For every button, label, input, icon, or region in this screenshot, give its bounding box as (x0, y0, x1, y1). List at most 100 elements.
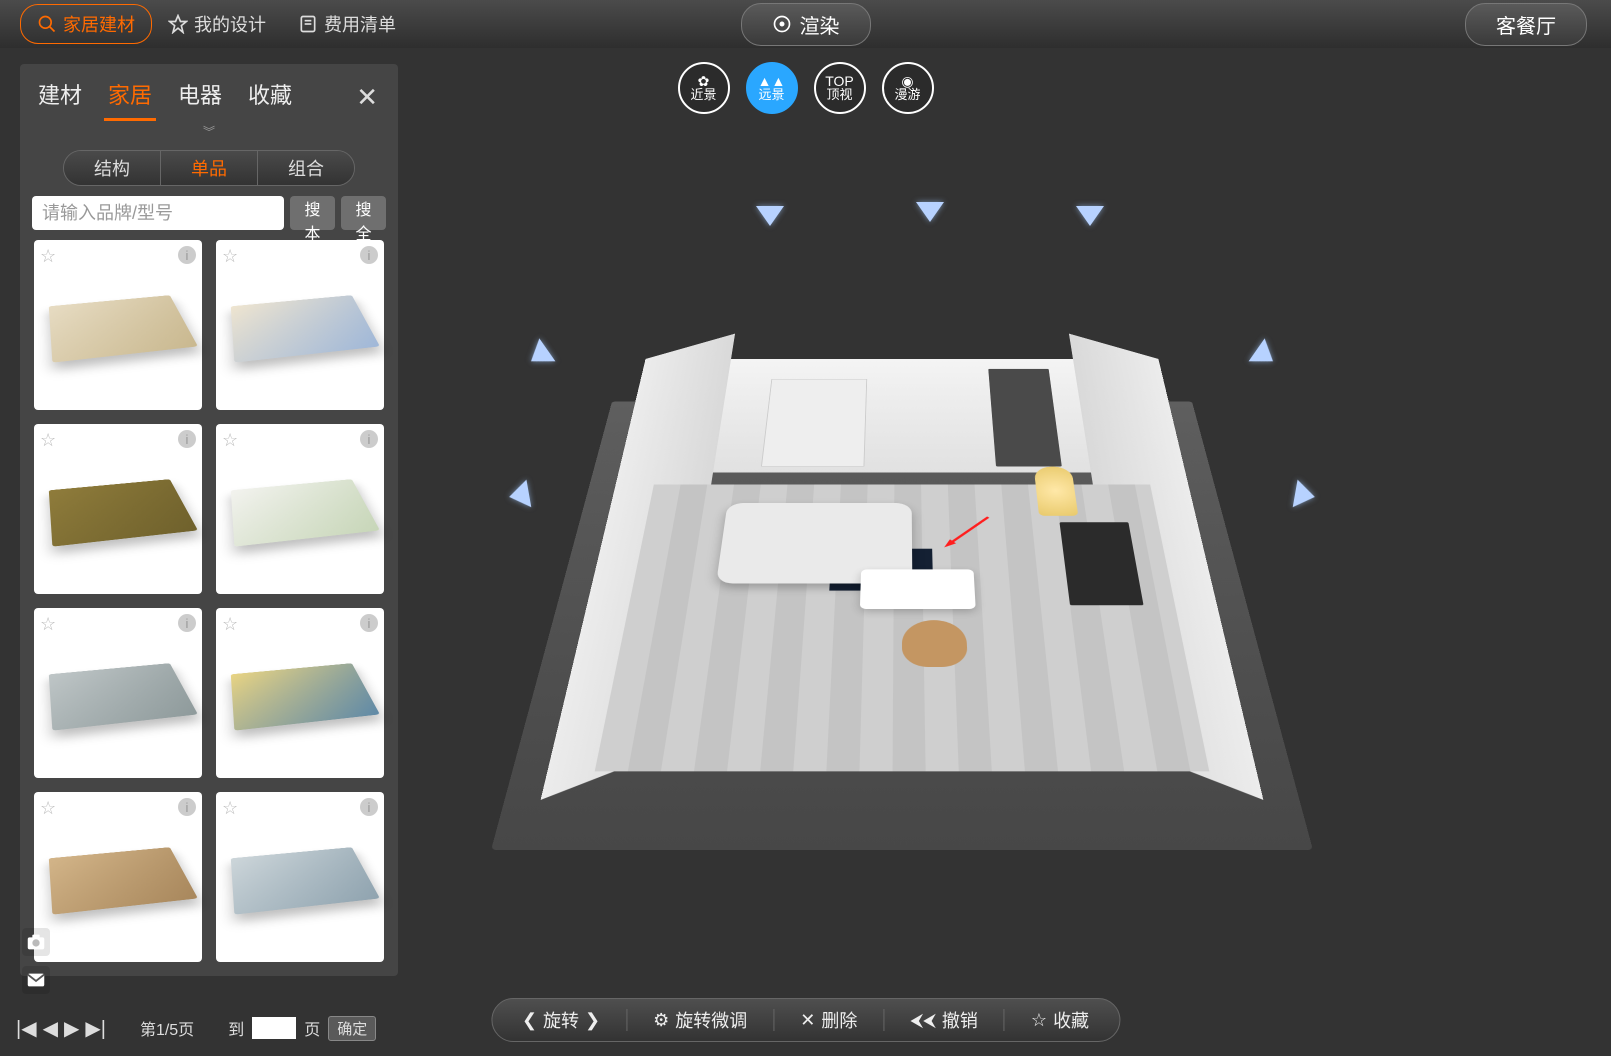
tab-cost-list[interactable]: 费用清单 (282, 4, 412, 44)
divider (626, 1009, 627, 1031)
search-input[interactable] (32, 196, 284, 230)
camera-arrow-icon[interactable] (912, 198, 948, 224)
info-icon[interactable]: i (178, 430, 196, 448)
top-center: 渲染 (741, 3, 871, 46)
view-toolbar: ✿ 近景 ▲▲ 远景 TOP 顶视 ◉ 漫游 (678, 62, 934, 114)
info-icon[interactable]: i (178, 614, 196, 632)
catalog-item[interactable]: ☆i (216, 424, 384, 594)
aperture-icon (772, 14, 792, 34)
tab-my-design[interactable]: 我的设计 (152, 4, 282, 44)
view-top-button[interactable]: TOP 顶视 (814, 62, 866, 114)
tab-label: 费用清单 (324, 11, 396, 37)
undo-icon: ⮜⮜ (910, 1010, 936, 1031)
favorite-toggle-icon[interactable]: ☆ (40, 614, 56, 635)
chair[interactable] (902, 620, 968, 667)
fine-rotate-button[interactable]: ⚙ 旋转微调 (645, 1005, 755, 1035)
tab-home-materials[interactable]: 家居建材 (20, 4, 152, 44)
flower-icon: ✿ (698, 74, 710, 88)
sidetab-jiancai[interactable]: 建材 (34, 74, 86, 121)
camera-arrow-icon[interactable] (1243, 333, 1285, 377)
search-row: 搜本类 搜全部 (20, 196, 398, 240)
catalog-item[interactable]: ☆i (34, 608, 202, 778)
undo-button[interactable]: ⮜⮜ 撤销 (902, 1005, 986, 1035)
favorite-toggle-icon[interactable]: ☆ (222, 246, 238, 267)
catalog-item[interactable]: ☆i (216, 792, 384, 962)
favorite-toggle-icon[interactable]: ☆ (40, 246, 56, 267)
seg-structure[interactable]: 结构 (64, 151, 160, 185)
coffee-table[interactable] (860, 569, 976, 609)
pager-page-input[interactable] (252, 1017, 296, 1039)
delete-button[interactable]: ✕ 删除 (792, 1005, 865, 1035)
room-label: 客餐厅 (1496, 16, 1556, 38)
info-icon[interactable]: i (360, 430, 378, 448)
camera-arrow-icon[interactable] (752, 202, 788, 228)
sidetab-jiaju[interactable]: 家居 (104, 74, 156, 121)
divider (1004, 1009, 1005, 1031)
catalog-item[interactable]: ☆i (34, 792, 202, 962)
search-category-button[interactable]: 搜本类 (290, 196, 335, 230)
rug-olive-plain-thumb (49, 479, 198, 546)
room-select-button[interactable]: 客餐厅 (1465, 3, 1587, 46)
view-label: 远景 (758, 88, 784, 102)
items-grid: ☆i☆i☆i☆i☆i☆i☆i☆i (20, 240, 398, 976)
camera-arrow-icon[interactable] (1288, 475, 1320, 515)
expand-chevron-icon[interactable]: ︾ (20, 123, 398, 140)
cabinet[interactable] (761, 379, 867, 467)
pager-go-button[interactable]: 确定 (328, 1016, 376, 1041)
camera-arrow-icon[interactable] (504, 475, 536, 515)
view-near-button[interactable]: ✿ 近景 (678, 62, 730, 114)
camera-icon[interactable] (22, 928, 50, 956)
search-all-button[interactable]: 搜全部 (341, 196, 386, 230)
pager-prev-button[interactable]: ◀ (43, 1016, 58, 1041)
info-icon[interactable]: i (178, 798, 196, 816)
sidetab-dianqi[interactable]: 电器 (174, 74, 226, 121)
gear-icon: ⚙ (653, 1010, 669, 1031)
render-button[interactable]: 渲染 (741, 3, 871, 46)
pager-status: 第1/5页 (140, 1016, 194, 1040)
camera-arrow-icon[interactable] (1072, 202, 1108, 228)
catalog-item[interactable]: ☆i (34, 424, 202, 594)
rug-grey-abstract-thumb (49, 663, 198, 730)
fine-rotate-label: 旋转微调 (675, 1007, 747, 1033)
pager-last-button[interactable]: ▶| (85, 1016, 106, 1041)
close-icon: ✕ (800, 1010, 815, 1031)
favorite-toggle-icon[interactable]: ☆ (40, 798, 56, 819)
favorite-toggle-icon[interactable]: ☆ (222, 430, 238, 451)
top-bar: 家居建材 我的设计 费用清单 渲染 客餐厅 (0, 0, 1611, 48)
view-roam-button[interactable]: ◉ 漫游 (882, 62, 934, 114)
floor-lamp[interactable] (1034, 466, 1079, 515)
info-icon[interactable]: i (360, 798, 378, 816)
pager-next-button[interactable]: ▶ (64, 1016, 79, 1041)
segment-control: 结构 单品 组合 (20, 150, 398, 186)
mountain-icon: ▲▲ (758, 74, 786, 88)
info-icon[interactable]: i (360, 614, 378, 632)
camera-arrow-icon[interactable] (519, 333, 561, 377)
view-label: 顶视 (826, 88, 852, 102)
close-panel-button[interactable]: ✕ (350, 82, 384, 113)
rug-geo-blueyellow-thumb (231, 663, 380, 730)
favorite-toggle-icon[interactable]: ☆ (222, 798, 238, 819)
rug-floral-cream-thumb (231, 295, 380, 362)
sidetab-shoucang[interactable]: 收藏 (244, 74, 296, 121)
catalog-item[interactable]: ☆i (34, 240, 202, 410)
seg-single[interactable]: 单品 (160, 151, 257, 185)
top-text-icon: TOP (825, 74, 854, 88)
view-far-button[interactable]: ▲▲ 远景 (746, 62, 798, 114)
rug-ornate-beige-thumb (49, 295, 198, 362)
tab-label: 我的设计 (194, 11, 266, 37)
rotate-button[interactable]: ❮ 旋转 ❯ (514, 1005, 608, 1035)
top-right: 客餐厅 (1465, 3, 1587, 46)
mail-icon[interactable] (22, 966, 50, 994)
catalog-item[interactable]: ☆i (216, 240, 384, 410)
favorite-toggle-icon[interactable]: ☆ (222, 614, 238, 635)
info-icon[interactable]: i (178, 246, 196, 264)
favorite-toggle-icon[interactable]: ☆ (40, 430, 56, 451)
pager-first-button[interactable]: |◀ (16, 1016, 37, 1041)
scene (602, 222, 1202, 862)
search-icon (37, 14, 57, 34)
info-icon[interactable]: i (360, 246, 378, 264)
seg-combo[interactable]: 组合 (257, 151, 354, 185)
side-panel: 建材 家居 电器 收藏 ✕ ︾ 结构 单品 组合 搜本类 搜全部 ☆i☆i☆i☆… (20, 64, 398, 976)
favorite-button[interactable]: ☆ 收藏 (1023, 1005, 1097, 1035)
catalog-item[interactable]: ☆i (216, 608, 384, 778)
